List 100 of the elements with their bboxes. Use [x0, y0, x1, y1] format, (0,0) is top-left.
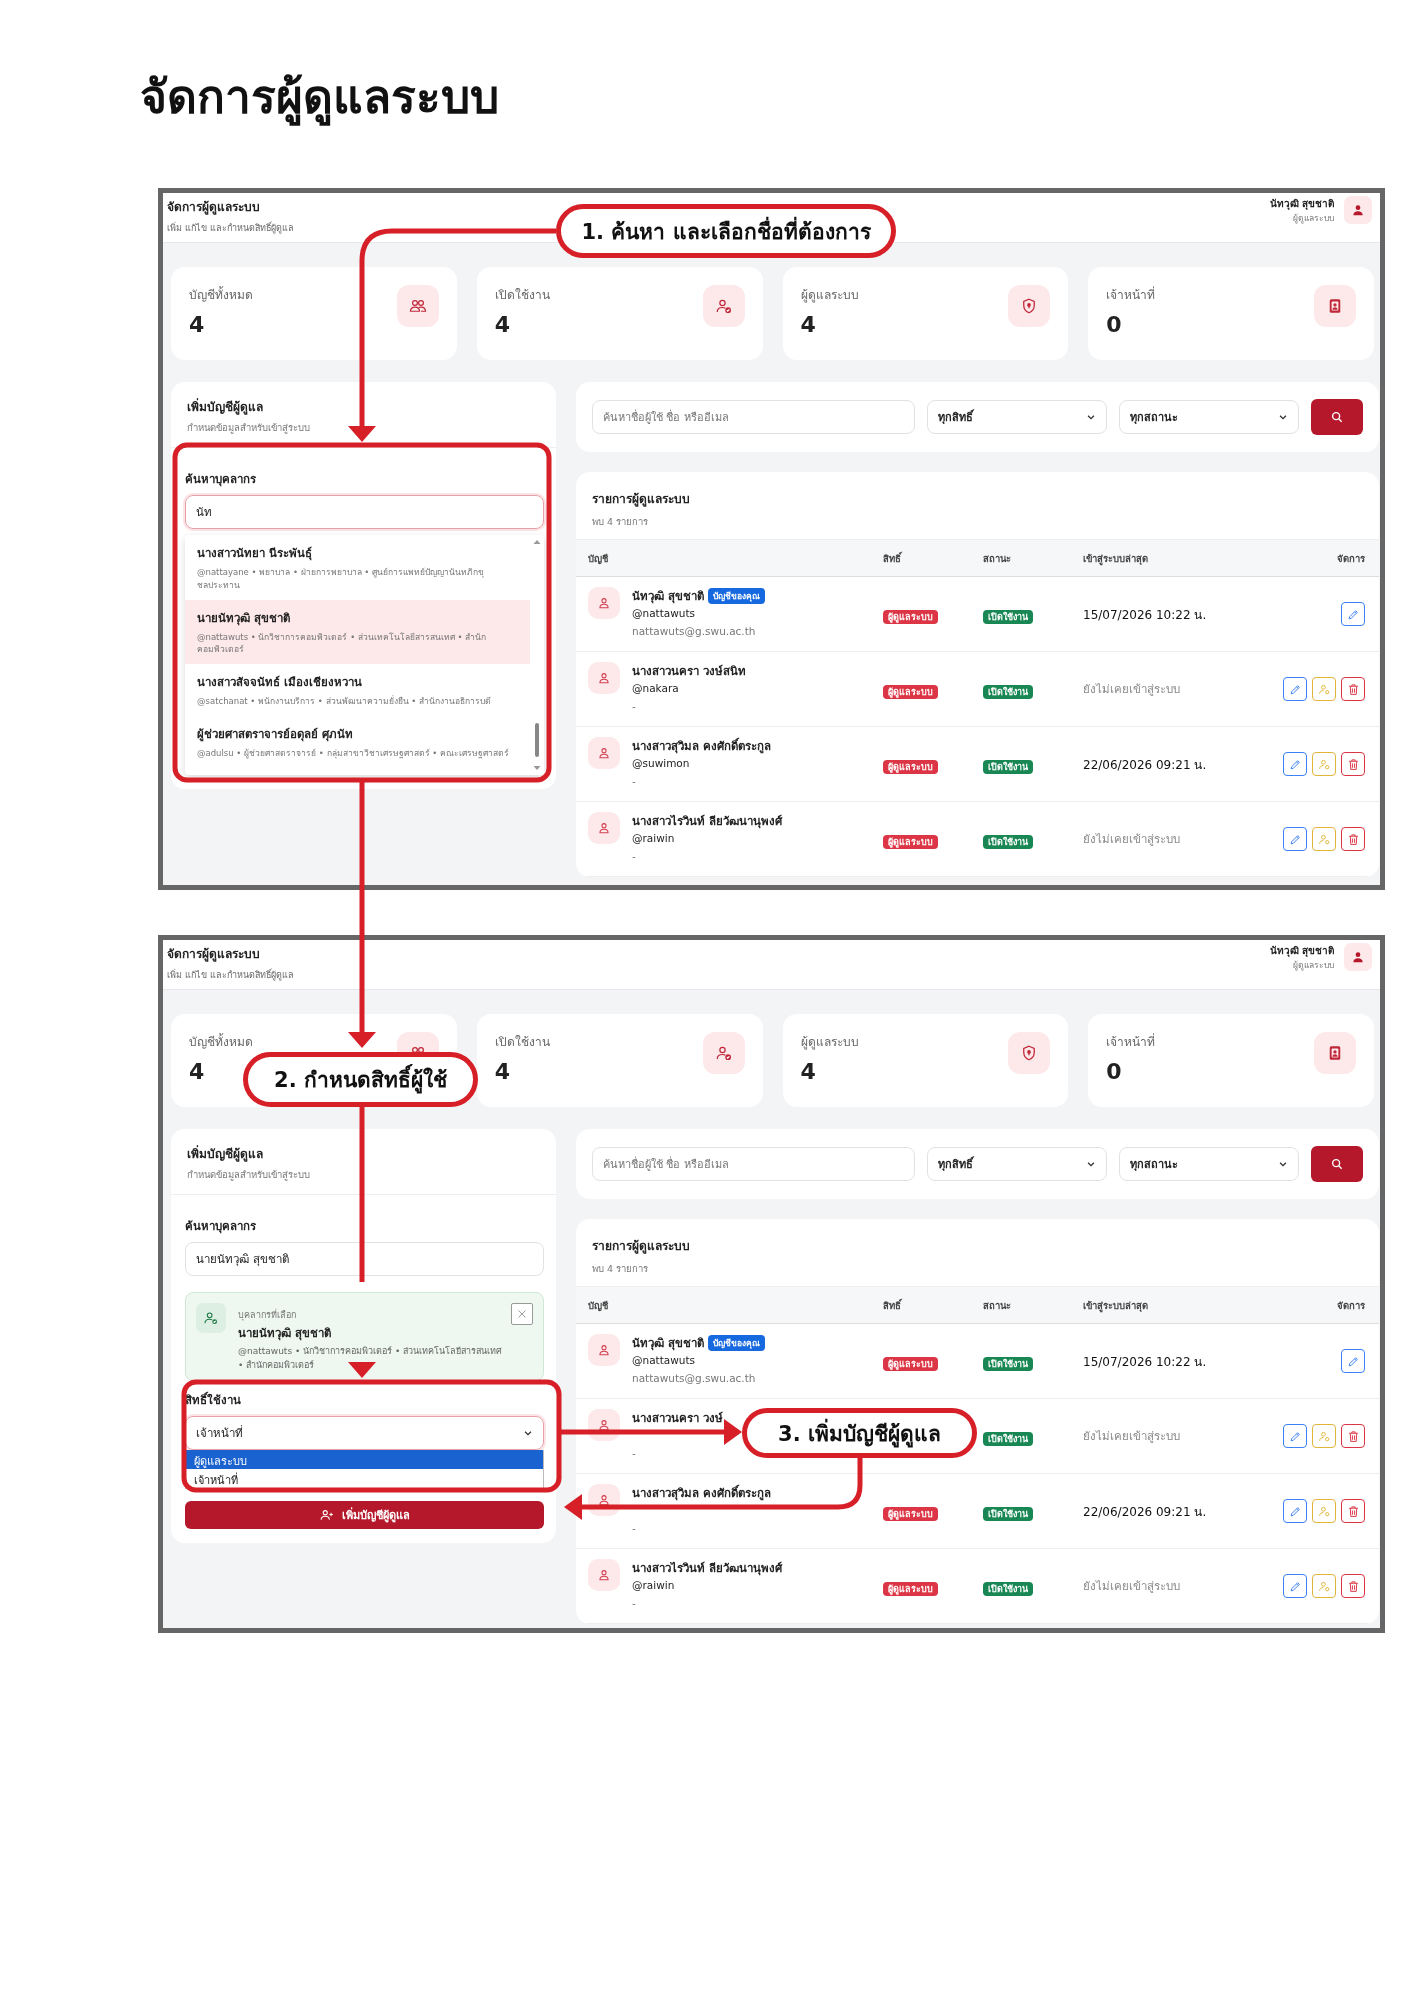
- account-email: -: [632, 1447, 637, 1459]
- edit-button[interactable]: [1283, 1499, 1307, 1523]
- search-field[interactable]: นายนัทวุฒิ สุขชาติ: [185, 1242, 544, 1276]
- role-button[interactable]: [1312, 752, 1336, 776]
- edit-button[interactable]: [1283, 752, 1307, 776]
- panel-subtitle: กำหนดข้อมูลสำหรับเข้าสู่ระบบ: [187, 421, 311, 435]
- role-badge: ผู้ดูแลระบบ: [883, 1581, 938, 1596]
- user-role: ผู้ดูแลระบบ: [1292, 212, 1334, 225]
- trash-icon: [1346, 682, 1360, 696]
- pencil-icon: [1288, 682, 1302, 696]
- chevron-down-icon: [1278, 412, 1288, 422]
- status-badge: เปิดใช้งาน: [983, 684, 1033, 699]
- result-item[interactable]: นางสาวนัทยา นีระพันธุ์ @nattayane • พยาบาล • ฝ่ายการพยาบาล • ศูนย์การแพทย์ปัญญานันทภิกขุ ชลประทาน: [185, 535, 530, 600]
- result-item[interactable]: ผู้ช่วยศาสตราจารย์อดุลย์ ศุภนัท @adulsu • ผู้ช่วยศาสตราจารย์ • กลุ่มสาขาวิชาเศรษฐศาสตร์ • คณะเศรษฐศาสตร์: [185, 715, 530, 768]
- search-button[interactable]: [1311, 399, 1363, 435]
- role-select[interactable]: เจ้าหน้าที่: [185, 1416, 544, 1450]
- account-email: -: [632, 850, 637, 862]
- role-filter-select[interactable]: ทุกสิทธิ์: [927, 400, 1107, 434]
- delete-button[interactable]: [1341, 1499, 1365, 1523]
- trash-icon: [1346, 1579, 1360, 1593]
- status-filter-select[interactable]: ทุกสถานะ: [1119, 400, 1299, 434]
- user-avatar-icon[interactable]: [1344, 943, 1372, 971]
- column-header: สถานะ: [983, 1298, 1012, 1313]
- result-item[interactable]: นายนัทวุฒิ สุขชาติ @nattawuts • นักวิชาการคอมพิวเตอร์ • ส่วนเทคโนโลยีสารสนเทศ • สำนักคอมพิวเตอร์: [185, 599, 530, 664]
- edit-button[interactable]: [1341, 1349, 1365, 1373]
- edit-button[interactable]: [1283, 827, 1307, 851]
- role-badge: ผู้ดูแลระบบ: [883, 684, 938, 699]
- role-button[interactable]: [1312, 1499, 1336, 1523]
- last-login-text: ยังไม่เคยเข้าสู่ระบบ: [1083, 831, 1180, 848]
- delete-button[interactable]: [1341, 1424, 1365, 1448]
- edit-button[interactable]: [1283, 677, 1307, 701]
- account-handle: @raiwin: [632, 832, 676, 846]
- user-gear-icon: [1317, 832, 1331, 846]
- search-button[interactable]: [1311, 1146, 1363, 1182]
- chevron-down-icon: [1086, 412, 1096, 422]
- stat-value: 4: [189, 312, 205, 337]
- search-field[interactable]: ค้นหาชื่อผู้ใช้ ชื่อ หรืออีเมล: [592, 400, 915, 434]
- user-plus-icon: [319, 1508, 334, 1522]
- callout-label: 3. เพิ่มบัญชีผู้ดูแล: [742, 1408, 977, 1458]
- column-header: สิทธิ์: [883, 1297, 903, 1313]
- stat-label: ผู้ดูแลระบบ: [800, 1034, 859, 1051]
- stat-label: บัญชีทั้งหมด: [189, 1032, 253, 1051]
- role-button[interactable]: [1312, 827, 1336, 851]
- status-badge: เปิดใช้งาน: [983, 1431, 1033, 1446]
- search-field[interactable]: ค้นหาชื่อผู้ใช้ ชื่อ หรืออีเมล: [592, 1147, 915, 1181]
- column-header: จัดการ: [1337, 551, 1365, 566]
- account-name: นางสาวไรวินท์ ลียวัฒนานุพงศ์: [632, 813, 782, 830]
- role-button[interactable]: [1312, 677, 1336, 701]
- search-field[interactable]: นัท: [185, 495, 544, 529]
- user-avatar-icon[interactable]: [1344, 196, 1372, 224]
- role-button[interactable]: [1312, 1424, 1336, 1448]
- avatar-icon: [588, 812, 620, 844]
- panel-title: เพิ่มบัญชีผู้ดูแล: [187, 1144, 263, 1163]
- stat-value: 4: [800, 1059, 816, 1084]
- edit-button[interactable]: [1283, 1574, 1307, 1598]
- list-title: รายการผู้ดูแลระบบ: [592, 1238, 690, 1255]
- status-filter-select[interactable]: ทุกสถานะ: [1119, 1147, 1299, 1181]
- account-email: -: [632, 1522, 637, 1534]
- add-admin-button[interactable]: เพิ่มบัญชีผู้ดูแล: [185, 1501, 544, 1529]
- pencil-icon: [1288, 1504, 1302, 1518]
- role-badge: ผู้ดูแลระบบ: [883, 1356, 938, 1371]
- account-handle: @nattawuts: [632, 1354, 697, 1368]
- user-gear-icon: [1317, 1579, 1331, 1593]
- role-badge: ผู้ดูแลระบบ: [883, 834, 938, 849]
- list-count: พบ 4 รายการ: [592, 515, 650, 529]
- field-label: สิทธิ์ใช้งาน: [185, 1391, 241, 1409]
- selected-label: บุคลากรที่เลือก: [238, 1308, 296, 1322]
- result-item[interactable]: นางสาวสัจจนัทธ์ เมืองเชียงหวาน @satchanat • พนักงานบริการ • ส่วนพัฒนาความยั่งยืน • สำนักงานอธิการบดี: [185, 664, 530, 716]
- stat-value: 4: [800, 312, 816, 337]
- user-gear-icon: [1317, 1504, 1331, 1518]
- search-icon: [1330, 410, 1344, 424]
- delete-button[interactable]: [1341, 827, 1365, 851]
- delete-button[interactable]: [1341, 677, 1365, 701]
- stat-value: 0: [1106, 312, 1122, 337]
- column-header: จัดการ: [1337, 1298, 1365, 1313]
- list-count: พบ 4 รายการ: [592, 1262, 650, 1276]
- screen-title: จัดการผู้ดูแลระบบ: [167, 199, 260, 216]
- close-button[interactable]: [511, 1303, 533, 1325]
- chevron-down-icon: [1086, 1159, 1096, 1169]
- stat-value: 4: [189, 1059, 205, 1084]
- edit-button[interactable]: [1283, 1424, 1307, 1448]
- selected-detail: @nattawuts • นักวิชาการคอมพิวเตอร์ • ส่วนเทคโนโลยีสารสนเทศ • สำนักคอมพิวเตอร์: [238, 1345, 503, 1372]
- role-badge: ผู้ดูแลระบบ: [883, 1506, 938, 1521]
- screen-subtitle: เพิ่ม แก้ไข และกำหนดสิทธิ์ผู้ดูแล: [167, 968, 294, 982]
- edit-button[interactable]: [1341, 602, 1365, 626]
- user-check-icon: [702, 285, 745, 327]
- pencil-icon: [1346, 607, 1360, 621]
- delete-button[interactable]: [1341, 1574, 1365, 1598]
- role-option[interactable]: ผู้ดูแลระบบ: [186, 1450, 543, 1469]
- role-filter-select[interactable]: ทุกสิทธิ์: [927, 1147, 1107, 1181]
- column-header: สถานะ: [983, 551, 1012, 566]
- shield-icon: [1008, 1032, 1051, 1074]
- pencil-icon: [1288, 1429, 1302, 1443]
- last-login-text: 15/07/2026 10:22 น.: [1083, 606, 1207, 624]
- own-account-badge: บัญชีของคุณ: [708, 1335, 765, 1351]
- role-button[interactable]: [1312, 1574, 1336, 1598]
- role-option[interactable]: เจ้าหน้าที่: [186, 1469, 543, 1488]
- delete-button[interactable]: [1341, 752, 1365, 776]
- account-email: nattawuts@g.swu.ac.th: [632, 625, 757, 637]
- account-name: นางสาวนครา วงษ์: [632, 1410, 723, 1427]
